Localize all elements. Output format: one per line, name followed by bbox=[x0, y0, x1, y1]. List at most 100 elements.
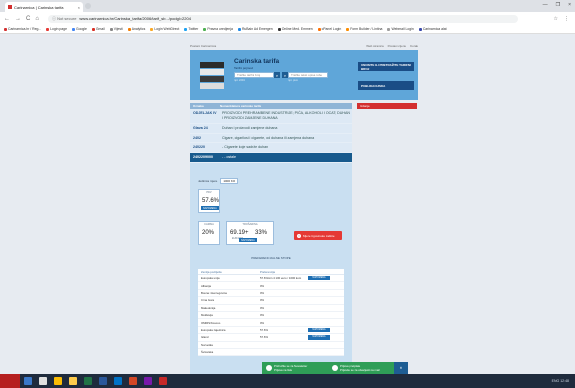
system-tray[interactable]: ENG 12:48 bbox=[552, 379, 569, 383]
close-window-button[interactable]: × bbox=[568, 2, 571, 8]
bookmark-icon bbox=[150, 27, 154, 31]
explorer-icon[interactable] bbox=[24, 377, 32, 385]
table-row[interactable]: Glava 24 Duhan i proizvodi zamjene duhana bbox=[190, 123, 352, 134]
tab-close-icon[interactable]: × bbox=[78, 5, 80, 10]
back-button[interactable]: ← bbox=[4, 16, 10, 22]
amount-input[interactable]: 1000 KO bbox=[220, 178, 239, 184]
bookmark-item[interactable]: Analytics bbox=[127, 27, 145, 31]
pref-rate: 0% bbox=[260, 283, 265, 288]
tariff-description: PROIZVODI PREHRAMBENE INDUSTRIJE; PIĆA, … bbox=[222, 111, 350, 120]
pref-country: Crna Gora bbox=[201, 298, 215, 303]
pref-note-button[interactable]: NAPOMENA bbox=[308, 275, 330, 281]
bookmark-item[interactable]: RuBain Ad Emergen bbox=[237, 27, 273, 31]
minimize-button[interactable]: — bbox=[543, 2, 548, 8]
word-icon[interactable] bbox=[99, 377, 107, 385]
home-button[interactable]: ⌂ bbox=[35, 16, 39, 22]
pref-country: Makedonija bbox=[201, 305, 216, 310]
table-row[interactable]: ODJELJAK IV PROIZVODI PREHRAMBENE INDUSTR… bbox=[190, 109, 352, 124]
table-row[interactable]: 240220- Cigarete koje sadrže duhan bbox=[190, 143, 352, 154]
tariff-number-search[interactable]: Tražite tarifni broj bbox=[234, 72, 274, 78]
col-desc-header: Nomenklatura carinske tarife bbox=[220, 104, 262, 108]
bookmark-item[interactable]: Online Med. Emmen bbox=[277, 27, 313, 31]
newsletter-signup[interactable]: Pridružite se za Newsletter Prijava na l… bbox=[262, 364, 328, 372]
page-title: Carinska tarifa bbox=[234, 58, 280, 65]
bookmark-item[interactable]: Carinarnica.hr / Reg... bbox=[4, 27, 41, 31]
bookmark-item[interactable]: Webmail Login bbox=[387, 27, 414, 31]
tariff-code[interactable]: 2402 bbox=[190, 134, 220, 143]
taskbar: ENG 12:48 bbox=[0, 374, 575, 388]
text-search[interactable]: Tražite tekst opisa robe bbox=[288, 72, 328, 78]
bookmark-item[interactable]: Pravna uredjenja bbox=[203, 27, 233, 31]
pref-action: NAPOMENA bbox=[308, 275, 344, 281]
bookmark-item[interactable]: cPanel Login bbox=[317, 27, 341, 31]
sidebar-header[interactable]: Izdanje bbox=[357, 103, 417, 109]
top-link-web[interactable]: Web stranica bbox=[366, 44, 383, 48]
bookmark-item[interactable]: Twitter bbox=[184, 27, 198, 31]
search-icon-2[interactable]: ⌕ bbox=[282, 72, 288, 78]
bookmark-item[interactable]: Form Builder / Lintina bbox=[346, 27, 382, 31]
bookmark-item[interactable]: Google bbox=[71, 27, 87, 31]
excise-value: 69.19+ bbox=[230, 230, 249, 236]
tariff-code[interactable]: 2402209000 bbox=[190, 153, 220, 162]
bookmark-label: Carinarnica.hr / Reg... bbox=[8, 27, 42, 31]
tariff-description: Duhan i proizvodi zamjene duhana bbox=[222, 125, 278, 130]
bookmark-star-icon[interactable]: ☆ bbox=[554, 16, 558, 22]
tariff-description: - Cigarete koje sadrže duhan bbox=[222, 145, 269, 150]
pref-note-button[interactable]: NAPOMENA bbox=[308, 335, 330, 340]
browser-tab[interactable]: Carinarnica | Carinska tarifa × bbox=[5, 2, 83, 12]
bookmark-item[interactable]: Login page bbox=[46, 27, 67, 31]
newsletter-subtext: Prijava na listu bbox=[274, 368, 293, 372]
favicon-icon bbox=[8, 5, 12, 9]
table-row[interactable]: 2402209000- - ostale bbox=[190, 153, 352, 164]
tariff-code[interactable]: Glava 24 bbox=[190, 124, 220, 133]
excise-percent: 33% bbox=[255, 230, 268, 236]
mail-icon[interactable] bbox=[39, 377, 47, 385]
forward-button[interactable]: → bbox=[15, 16, 21, 22]
excel-icon[interactable] bbox=[84, 377, 92, 385]
close-icon[interactable]: ✕ bbox=[394, 362, 408, 374]
bookmark-icon bbox=[317, 27, 321, 31]
tariff-code[interactable]: ODJELJAK IV bbox=[190, 109, 220, 123]
pref-row: Crna Gora 0% bbox=[198, 297, 344, 305]
app-icon[interactable] bbox=[159, 377, 167, 385]
publication-button[interactable]: PUBLIKACIJSKA bbox=[358, 81, 414, 90]
search1-hint: npr. 2204 bbox=[234, 79, 245, 82]
onenote-icon[interactable] bbox=[144, 377, 152, 385]
bookmark-icon bbox=[237, 27, 241, 31]
powerpoint-icon[interactable] bbox=[129, 377, 137, 385]
start-button[interactable] bbox=[0, 374, 20, 388]
address-bar: ← → C ⌂ ⓘ Not secure www.carinarnica.hr/… bbox=[0, 12, 575, 25]
trade-protection-button[interactable]: ! Mjere trgovinske zaštite bbox=[294, 231, 342, 240]
bookmark-item[interactable]: Login WebDirect bbox=[150, 27, 179, 31]
top-link-step[interactable]: Korak bbox=[410, 44, 418, 48]
chrome-icon[interactable] bbox=[54, 377, 62, 385]
bookmark-item[interactable]: Vijesti bbox=[109, 27, 123, 31]
top-link-price[interactable]: Postavi cijenu bbox=[388, 44, 407, 48]
pref-country: Europska zajednica bbox=[201, 327, 226, 332]
top-link-left[interactable]: Postani Carinarnica bbox=[190, 44, 216, 48]
table-row[interactable]: 2402 Cigare, cigarilosi i cigarete, od du… bbox=[190, 133, 352, 144]
bookmark-label: Pravna uredjenja bbox=[207, 27, 233, 31]
new-tab-button[interactable] bbox=[85, 3, 91, 9]
reload-button[interactable]: C bbox=[26, 16, 30, 22]
outlook-icon[interactable] bbox=[114, 377, 122, 385]
subscription-signup[interactable]: Prijava pretplate Prijavite se za obavij… bbox=[328, 364, 394, 372]
search-icon[interactable]: ⌕ bbox=[274, 72, 280, 78]
bookmark-item[interactable]: Gmail bbox=[91, 27, 105, 31]
page-subtitle[interactable]: Tarifni pojmovi bbox=[234, 66, 253, 70]
pref-rate: 57.6% bbox=[260, 327, 268, 332]
enter-tariff-button[interactable]: UNOSITE ILI PRETRAŽITE TARIFNI BROJ bbox=[358, 62, 414, 71]
tariff-description: Cigare, cigarilosi i cigarete, od duhana… bbox=[222, 135, 315, 140]
security-indicator[interactable]: ⓘ Not secure bbox=[52, 16, 76, 22]
excise-note-button[interactable]: NAPOMENA bbox=[239, 238, 257, 242]
pref-rate: 57.6% bbox=[260, 335, 268, 340]
menu-icon[interactable]: ⋮ bbox=[564, 16, 569, 22]
pref-note-button[interactable]: NAPOMENA bbox=[308, 327, 330, 333]
maximize-button[interactable]: ❐ bbox=[556, 2, 560, 8]
pref-rate: 0% bbox=[260, 298, 265, 303]
tariff-code[interactable]: 240220 bbox=[190, 143, 220, 152]
files-icon[interactable] bbox=[69, 377, 77, 385]
vat-note-button[interactable]: NAPOMENA bbox=[201, 206, 219, 210]
url-field[interactable]: ⓘ Not secure www.carinarnica.hr/Carinska… bbox=[47, 14, 518, 23]
bookmark-item[interactable]: Carinarnica alat bbox=[418, 27, 447, 31]
